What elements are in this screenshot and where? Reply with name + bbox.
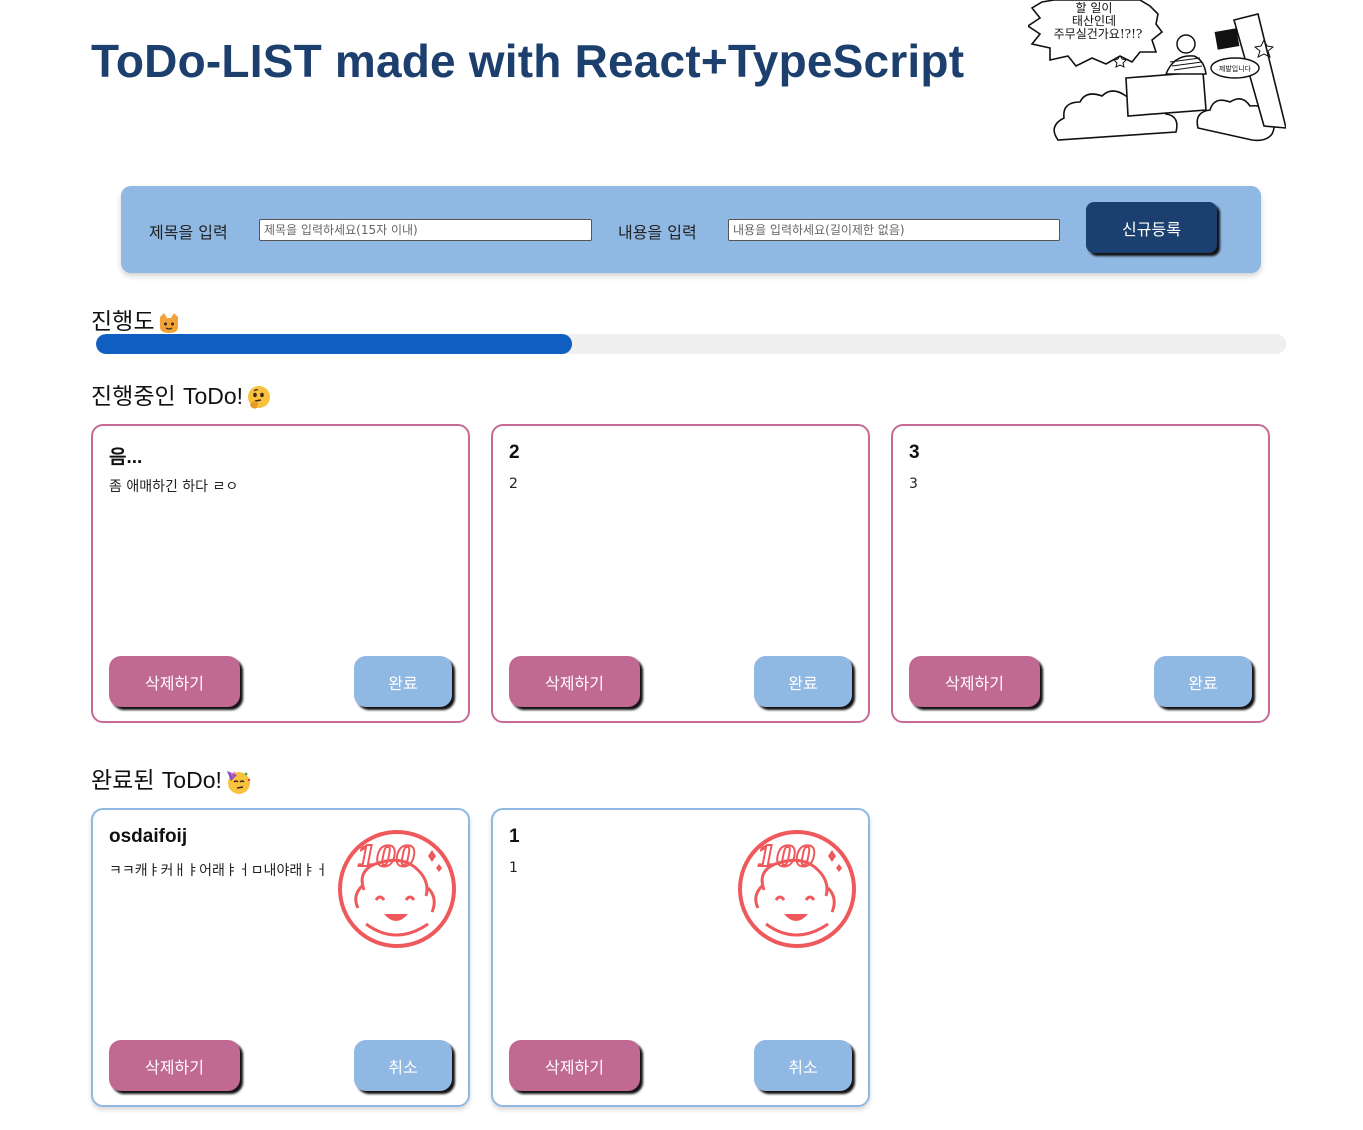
cat-face-icon	[160, 312, 179, 333]
todo-card: 음... 좀 애매하긴 하다 ㄹㅇ 삭제하기 완료	[91, 424, 470, 723]
content-input[interactable]	[728, 219, 1060, 241]
in-progress-heading: 진행중인 ToDo!	[91, 377, 272, 411]
submit-button[interactable]: 신규등록	[1086, 202, 1217, 253]
comic-text-line-3: 주무실건가요!?!?	[1054, 27, 1143, 41]
delete-button[interactable]: 삭제하기	[509, 656, 640, 707]
complete-button[interactable]: 완료	[754, 656, 852, 707]
progress-label: 진행도	[91, 309, 155, 335]
comic-illustration: 제발입니다 할 일이 태산인데 주무실건가요!?!?	[1028, 0, 1286, 142]
title-label: 제목을 입력	[149, 223, 228, 242]
comic-text-line-2: 태산인데	[1072, 14, 1116, 28]
card-body: 2	[509, 476, 518, 492]
complete-button[interactable]: 완료	[354, 656, 452, 707]
progress-fill	[96, 334, 572, 354]
partying-face-icon	[226, 770, 251, 794]
stamp-text: 100	[357, 840, 416, 873]
page-title: ToDo-LIST made with React+TypeScript	[91, 35, 965, 87]
in-progress-label-en: ToDo!	[182, 383, 244, 409]
delete-button[interactable]: 삭제하기	[509, 1040, 640, 1091]
card-title: 3	[909, 442, 920, 463]
card-body: 1	[509, 860, 518, 876]
todo-card: 2 2 삭제하기 완료	[491, 424, 870, 723]
card-body: 좀 애매하긴 하다 ㄹㅇ	[109, 479, 239, 495]
card-body: ㅋㅋ캐ㅑ커ㅐㅑ어래ㅑㅓㅁ내야래ㅑㅓ	[109, 863, 328, 879]
stamp-text: 100	[757, 840, 816, 873]
cancel-button[interactable]: 취소	[754, 1040, 852, 1091]
completed-todo-card: 1 1 100 삭제하기 취소	[491, 808, 870, 1107]
add-todo-form: 제목을 입력 내용을 입력 신규등록	[121, 186, 1261, 273]
card-title: 음...	[109, 447, 143, 468]
delete-button[interactable]: 삭제하기	[109, 656, 240, 707]
title-input[interactable]	[259, 219, 592, 241]
completed-stamp-icon: 100	[338, 830, 456, 948]
comic-sign-text: 제발입니다	[1219, 64, 1252, 73]
cancel-button[interactable]: 취소	[354, 1040, 452, 1091]
completed-stamp-icon: 100	[738, 830, 856, 948]
completed-label: 완료된	[91, 768, 162, 794]
card-title: osdaifoij	[109, 826, 188, 847]
progress-heading: 진행도	[91, 302, 181, 336]
in-progress-label: 진행중인	[91, 384, 183, 410]
card-title: 2	[509, 442, 520, 463]
progress-bar	[96, 334, 1286, 354]
delete-button[interactable]: 삭제하기	[909, 656, 1040, 707]
card-title: 1	[509, 826, 520, 847]
thinking-face-icon	[248, 385, 271, 409]
card-body: 3	[909, 476, 918, 492]
header: ToDo-LIST made with React+TypeScript 제발입…	[0, 0, 1363, 160]
delete-button[interactable]: 삭제하기	[109, 1040, 240, 1091]
completed-heading: 완료된 ToDo!	[91, 761, 251, 795]
complete-button[interactable]: 완료	[1154, 656, 1252, 707]
completed-todo-card: osdaifoij ㅋㅋ캐ㅑ커ㅐㅑ어래ㅑㅓㅁ내야래ㅑㅓ 100 삭제하기 취소	[91, 808, 470, 1107]
content-label: 내용을 입력	[618, 223, 697, 242]
comic-text-line-1: 할 일이	[1076, 1, 1113, 15]
todo-card: 3 3 삭제하기 완료	[891, 424, 1270, 723]
completed-label-en: ToDo!	[161, 767, 222, 793]
